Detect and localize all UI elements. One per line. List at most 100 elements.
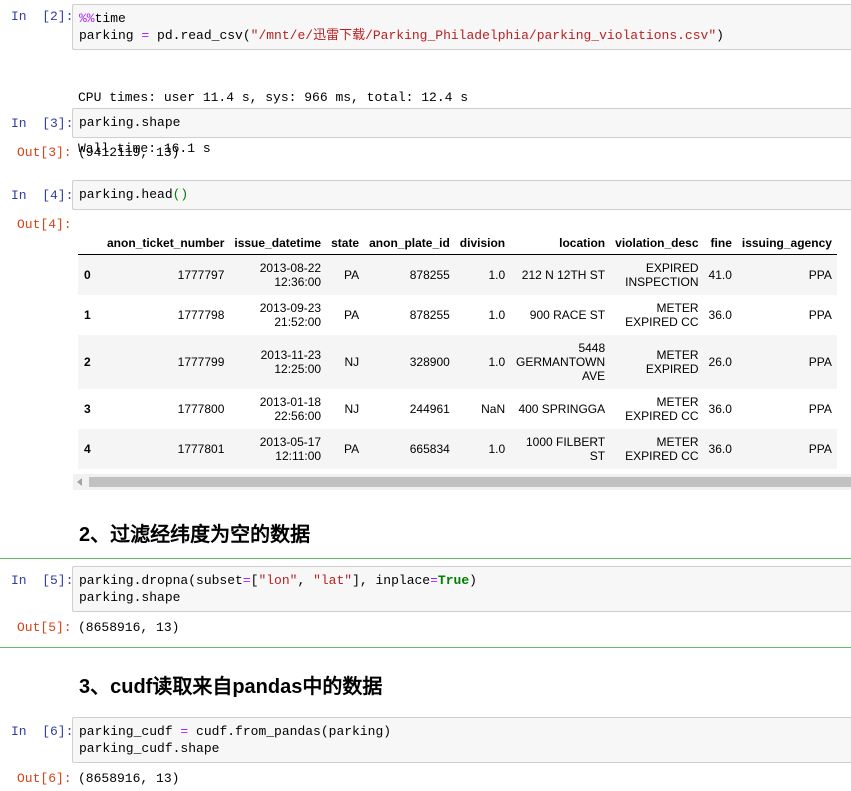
output-cell-6: (8658916, 13): [78, 771, 180, 786]
code-token: (): [172, 187, 189, 202]
table-cell: 2013-01-18 22:56:00: [259, 394, 322, 423]
table-cell: 1777798: [177, 307, 225, 322]
code-line: parking_cudf = cudf.from_pandas(parking): [79, 723, 851, 740]
heading-filter-null-coords: 2、过滤经纬度为空的数据: [79, 524, 311, 546]
table-cell: 1777797: [177, 267, 225, 282]
in-prompt-2: In [2]:: [11, 9, 74, 24]
table-row: 4 1777801 2013-05-17 12:11:00 PA 665834 1.0 100…: [78, 428, 837, 469]
column-header: anon_ticket_number: [102, 227, 230, 255]
scroll-left-icon[interactable]: [77, 478, 82, 486]
table-cell: 328900: [409, 354, 450, 369]
table-cell: METER EXPIRED CC: [625, 300, 699, 329]
column-header: fine: [703, 227, 737, 255]
heading-cudf-from-pandas: 3、cudf读取来自pandas中的数据: [79, 676, 383, 698]
scrollbar-thumb[interactable]: [89, 477, 851, 487]
out-prompt-5: Out[5]:: [17, 620, 72, 635]
table-cell: 36.0: [708, 401, 732, 416]
table-cell: 2013-08-22 12:36:00: [259, 260, 322, 289]
column-header: anon_plate_id: [364, 227, 455, 255]
dataframe-header-row: anon_ticket_number issue_datetime state …: [78, 227, 837, 255]
table-cell: 26.0: [708, 354, 732, 369]
code-token: =: [430, 573, 438, 588]
table-cell: 878255: [409, 307, 450, 322]
table-cell: 2013-09-23 21:52:00: [259, 300, 322, 329]
table-cell: 1.0: [488, 354, 506, 369]
code-cell-4[interactable]: parking.head(): [72, 180, 851, 210]
code-line: parking.shape: [79, 589, 851, 606]
code-cell-6[interactable]: parking_cudf = cudf.from_pandas(parking)…: [72, 717, 851, 763]
row-index: 3: [84, 401, 91, 416]
code-line: %%time: [79, 10, 851, 27]
code-token: parking.dropna(subset: [79, 573, 243, 588]
table-cell: 878255: [409, 267, 450, 282]
code-token: parking.shape: [79, 590, 181, 605]
in-prompt-5: In [5]:: [11, 573, 74, 588]
out-prompt-3: Out[3]:: [17, 145, 72, 160]
code-token: "lat": [313, 573, 353, 588]
code-token: True: [437, 573, 470, 588]
code-token: ): [716, 28, 724, 43]
code-line: parking.head(): [79, 186, 851, 203]
table-cell: 1000 FILBERT ST: [525, 434, 606, 463]
output-cell-5: (8658916, 13): [78, 620, 180, 635]
code-token: =: [242, 573, 251, 588]
code-line: parking.dropna(subset=["lon", "lat"], in…: [79, 572, 851, 589]
column-header: issuing_agency: [736, 227, 837, 255]
table-cell: 2013-05-17 12:11:00: [259, 434, 322, 463]
out-prompt-6: Out[6]:: [17, 771, 72, 786]
table-cell: PPA: [808, 441, 832, 456]
table-cell: 900 RACE ST: [529, 307, 606, 322]
column-header: location: [510, 227, 611, 255]
table-row: 3 1777800 2013-01-18 22:56:00 NJ 244961 NaN 400…: [78, 389, 837, 429]
column-header: issue_datetime: [229, 227, 327, 255]
code-line: parking.shape: [79, 114, 851, 131]
code-token: ,: [297, 573, 314, 588]
table-cell: PA: [343, 441, 360, 456]
code-cell-5[interactable]: parking.dropna(subset=["lon", "lat"], in…: [72, 566, 851, 612]
table-cell: 212 N 12TH ST: [521, 267, 606, 282]
table-cell: PA: [343, 267, 360, 282]
table-cell: 244961: [409, 401, 450, 416]
table-cell: PPA: [808, 307, 832, 322]
code-token: ): [469, 573, 477, 588]
table-cell: PPA: [808, 267, 832, 282]
table-row: 1 1777798 2013-09-23 21:52:00 PA 878255 1.0 900…: [78, 295, 837, 335]
dataframe-table: anon_ticket_number issue_datetime state …: [78, 227, 837, 469]
table-cell: 2013-11-23 12:25:00: [260, 347, 322, 376]
table-cell: 1.0: [488, 307, 506, 322]
row-index: 0: [84, 267, 91, 282]
code-token: %%: [79, 11, 95, 26]
code-token: parking.head: [79, 187, 173, 202]
code-cell-2[interactable]: %%time parking = pd.read_csv("/mnt/e/迅雷下载…: [72, 4, 851, 50]
table-cell: METER EXPIRED CC: [625, 434, 699, 463]
code-token: parking: [79, 28, 142, 43]
in-prompt-4: In [4]:: [11, 188, 74, 203]
table-cell: NJ: [344, 354, 360, 369]
row-index: 2: [84, 354, 91, 369]
table-cell: PA: [343, 307, 360, 322]
code-token: "/mnt/e/迅雷下载/Parking_Philadelphia/parkin…: [250, 28, 717, 43]
table-cell: 1.0: [488, 267, 506, 282]
table-cell: METER EXPIRED CC: [625, 394, 699, 423]
code-token: parking_cudf.shape: [79, 741, 220, 756]
table-cell: 41.0: [708, 267, 732, 282]
table-cell: PPA: [808, 354, 832, 369]
cell-selection-border: [0, 558, 851, 559]
code-cell-3[interactable]: parking.shape: [72, 108, 851, 138]
code-token: "lon": [258, 573, 298, 588]
column-header: violation_desc: [610, 227, 704, 255]
code-token: cudf.from_pandas(parking): [188, 724, 392, 739]
code-line: parking = pd.read_csv("/mnt/e/迅雷下载/Parki…: [79, 27, 851, 44]
table-cell: NaN: [481, 401, 506, 416]
table-cell: 1777801: [177, 441, 225, 456]
code-token: ], inplace: [352, 573, 431, 588]
table-cell: 36.0: [708, 307, 732, 322]
horizontal-scrollbar[interactable]: [73, 474, 851, 490]
table-cell: 665834: [409, 441, 450, 456]
code-token: parking_cudf: [79, 724, 181, 739]
table-cell: EXPIRED INSPECTION: [625, 260, 699, 289]
row-index: 4: [84, 441, 91, 456]
in-prompt-3: In [3]:: [11, 116, 74, 131]
table-cell: 5448 GERMANTOWN AVE: [516, 340, 606, 383]
out-prompt-4: Out[4]:: [17, 217, 72, 232]
